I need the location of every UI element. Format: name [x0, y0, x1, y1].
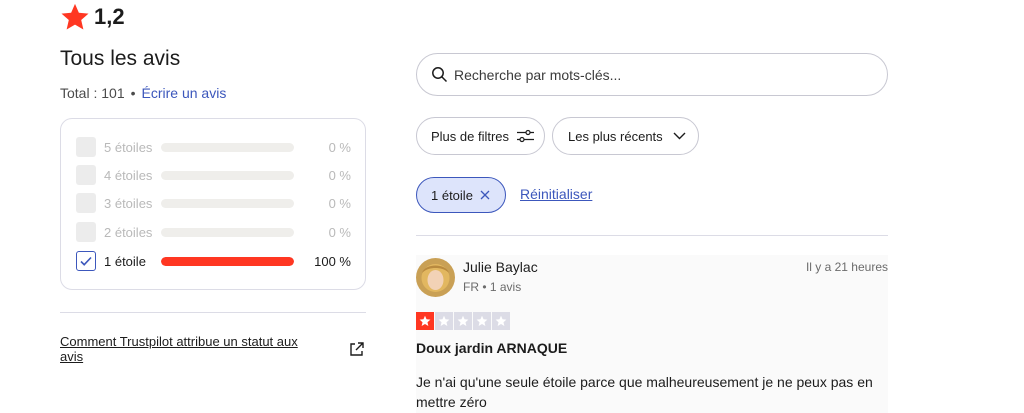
star-empty: [435, 312, 453, 330]
more-filters-label: Plus de filtres: [431, 128, 510, 144]
avatar-image: [416, 258, 455, 297]
distribution-percent: 100 %: [314, 253, 351, 269]
star-icon: [457, 315, 469, 326]
distribution-percent: 0 %: [328, 139, 351, 155]
trustpilot-status-link[interactable]: Comment Trustpilot attribue un statut au…: [60, 334, 310, 364]
review-stars: [416, 312, 510, 330]
review-body: Je n'ai qu'une seule étoile parce que ma…: [416, 374, 873, 410]
distribution-row-2[interactable]: 2 étoiles 0 %: [76, 220, 351, 244]
distribution-row-3[interactable]: 3 étoiles 0 %: [76, 191, 351, 215]
distribution-percent: 0 %: [328, 167, 351, 183]
distribution-bar: [161, 256, 294, 266]
sort-dropdown[interactable]: Les plus récents: [552, 117, 699, 155]
distribution-label: 1 étoile: [104, 253, 146, 269]
active-filter-chip[interactable]: 1 étoile: [416, 177, 506, 213]
overall-score: 1,2: [94, 4, 125, 29]
star-empty: [473, 312, 491, 330]
total-count: Total : 101: [60, 85, 125, 101]
checkmark-icon: [80, 256, 92, 266]
divider: [416, 235, 888, 236]
sliders-icon: [517, 129, 535, 143]
checkbox[interactable]: [76, 137, 96, 157]
checkbox-checked[interactable]: [76, 251, 96, 271]
active-filter-label: 1 étoile: [431, 187, 473, 203]
distribution-row-1[interactable]: 1 étoile 100 %: [76, 249, 351, 273]
distribution-bar: [161, 170, 294, 180]
more-filters-button[interactable]: Plus de filtres: [416, 117, 545, 155]
star-icon: [495, 315, 507, 326]
rating-distribution: 5 étoiles 0 % 4 étoiles 0 % 3 étoiles 0 …: [60, 118, 366, 290]
search-box[interactable]: [416, 53, 888, 96]
checkbox[interactable]: [76, 193, 96, 213]
star-empty: [492, 312, 510, 330]
reset-filters-link[interactable]: Réinitialiser: [520, 186, 592, 202]
distribution-percent: 0 %: [328, 224, 351, 240]
page-title: Tous les avis: [60, 47, 181, 70]
distribution-row-4[interactable]: 4 étoiles 0 %: [76, 163, 351, 187]
search-icon: [432, 67, 448, 83]
review-date: Il y a 21 heures: [805, 260, 888, 274]
close-icon[interactable]: [480, 190, 490, 200]
distribution-label: 2 étoiles: [104, 224, 153, 240]
star-empty: [454, 312, 472, 330]
external-link-icon[interactable]: [348, 341, 365, 358]
checkbox[interactable]: [76, 222, 96, 242]
review-card: Julie Baylac FR • 1 avis Il y a 21 heure…: [416, 255, 888, 413]
separator-dot: •: [130, 85, 136, 101]
distribution-fill: [161, 256, 294, 266]
overall-rating: 1,2: [60, 2, 125, 32]
distribution-label: 3 étoiles: [104, 195, 153, 211]
search-input[interactable]: [454, 66, 854, 83]
checkbox[interactable]: [76, 165, 96, 185]
distribution-percent: 0 %: [328, 195, 351, 211]
reviewer-meta: FR • 1 avis: [463, 280, 522, 294]
star-icon: [61, 3, 89, 30]
divider: [60, 312, 366, 313]
avatar[interactable]: [416, 258, 455, 297]
chevron-down-icon: [673, 132, 686, 140]
distribution-bar: [161, 142, 294, 152]
star-icon: [438, 315, 450, 326]
star-icon: [476, 315, 488, 326]
write-review-link[interactable]: Écrire un avis: [142, 85, 227, 101]
distribution-label: 4 étoiles: [104, 167, 153, 183]
star-icon: [419, 315, 431, 326]
review-totals: Total : 101 • Écrire un avis: [60, 85, 226, 101]
star-filled: [416, 312, 434, 330]
distribution-label: 5 étoiles: [104, 139, 153, 155]
review-title[interactable]: Doux jardin ARNAQUE: [416, 340, 567, 356]
distribution-bar: [161, 198, 294, 208]
reviewer-name[interactable]: Julie Baylac: [463, 259, 538, 275]
distribution-bar: [161, 227, 294, 237]
sort-label: Les plus récents: [568, 128, 663, 144]
distribution-row-5[interactable]: 5 étoiles 0 %: [76, 135, 351, 159]
